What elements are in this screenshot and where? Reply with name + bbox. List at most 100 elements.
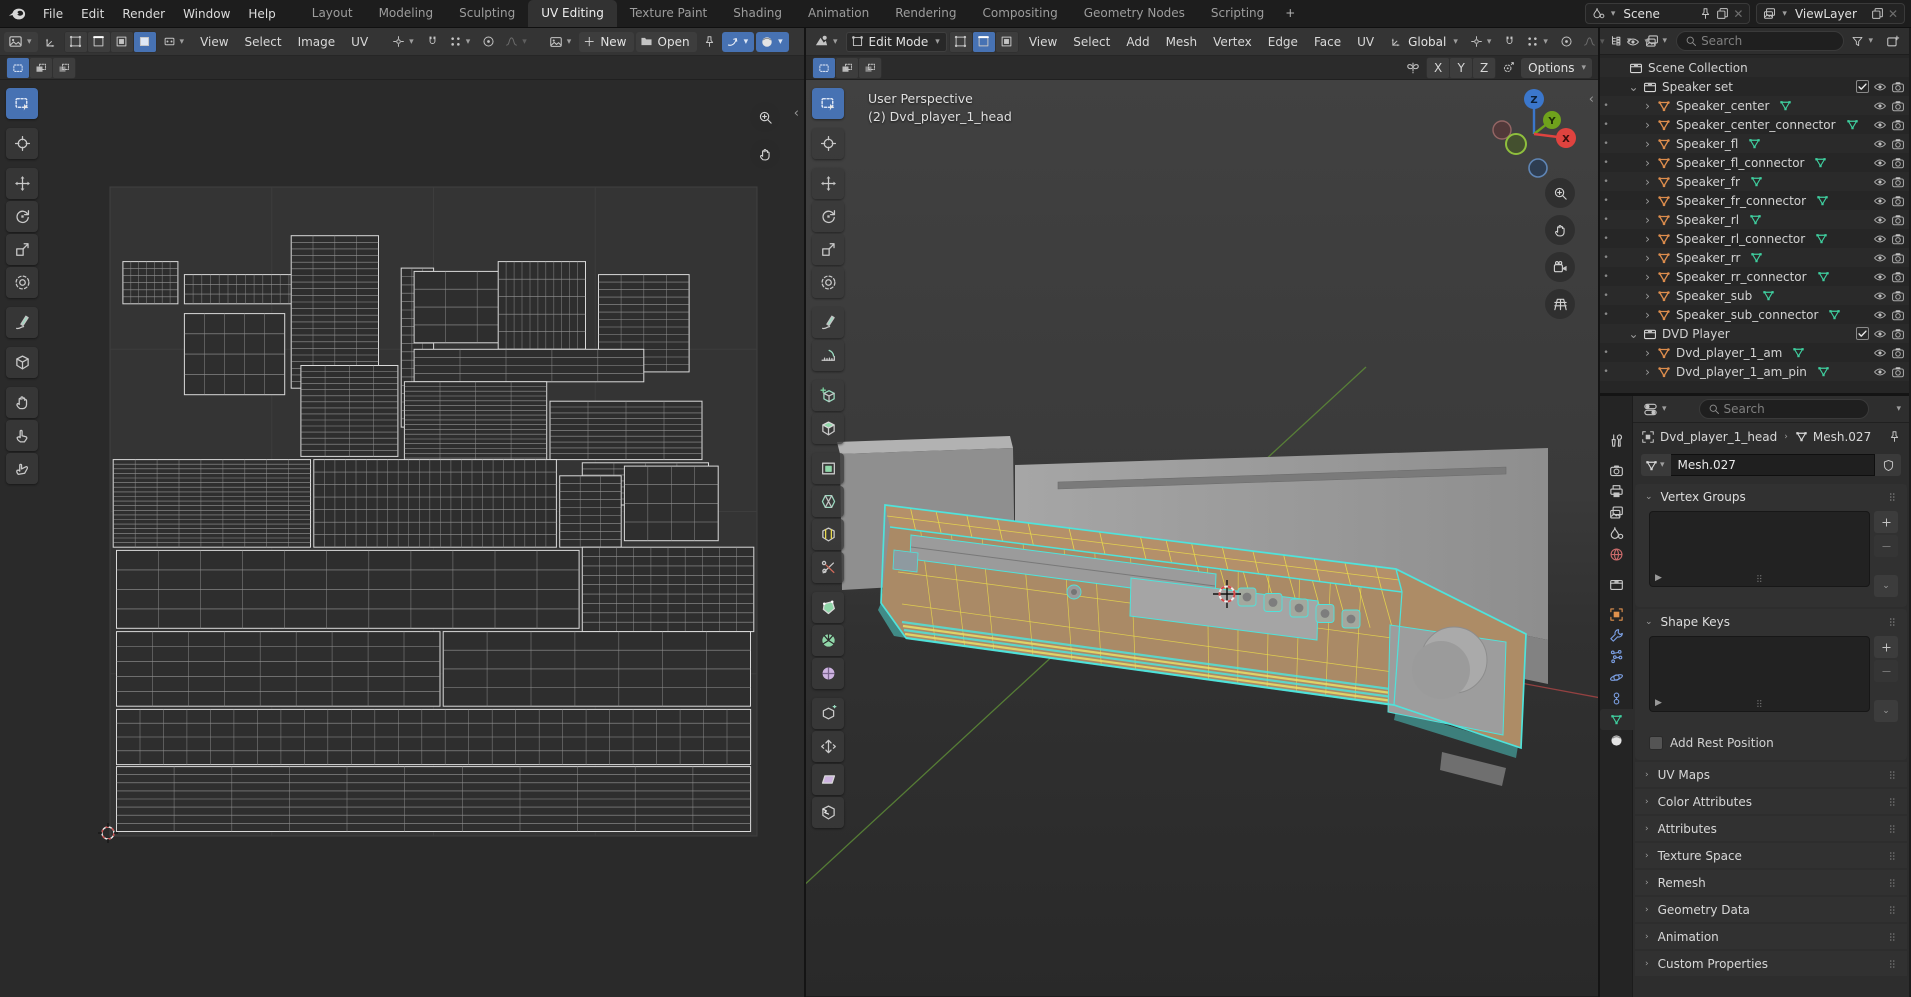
uv-tool-transform[interactable]	[6, 267, 38, 298]
render-visibility-icon[interactable]	[1891, 346, 1905, 360]
hide-eye-icon[interactable]	[1873, 308, 1887, 322]
panel-header[interactable]: ⌄Shape Keys	[1635, 609, 1907, 634]
image-pin-icon[interactable]	[699, 32, 720, 52]
uv-menu-select[interactable]: Select	[237, 32, 290, 52]
expand-icon[interactable]: ›	[1640, 137, 1655, 151]
menu-edit[interactable]: Edit	[72, 4, 113, 24]
outliner-row-speaker_rr[interactable]: •›Speaker_rr	[1600, 248, 1909, 267]
hide-eye-icon[interactable]	[1873, 99, 1887, 113]
properties-tab-material[interactable]	[1600, 730, 1633, 751]
uv-snap-menu[interactable]: ▾	[445, 32, 477, 52]
breadcrumb-data[interactable]: Mesh.027	[1813, 430, 1871, 444]
render-visibility-icon[interactable]	[1891, 270, 1905, 284]
workspace-tab-uv-editing[interactable]: UV Editing	[528, 0, 617, 27]
hide-eye-icon[interactable]	[1873, 156, 1887, 170]
specials-menu-button[interactable]: ⌄	[1874, 575, 1898, 597]
snap-settings-button[interactable]: ▾	[1522, 32, 1554, 52]
viewport-tool-extrude-region[interactable]	[812, 413, 844, 444]
editor-type-button[interactable]: ▾	[810, 32, 844, 52]
outliner-row-dvd_player_1_am_pin[interactable]: •›Dvd_player_1_am_pin	[1600, 362, 1909, 381]
uv-tool-scale[interactable]	[6, 234, 38, 265]
viewport-select-extend[interactable]	[836, 58, 858, 78]
menu-render[interactable]: Render	[113, 4, 174, 24]
expand-icon[interactable]: ›	[1640, 194, 1655, 208]
uv-falloff-button[interactable]: ▾	[501, 32, 533, 52]
uv-select-mode-island[interactable]	[134, 32, 156, 52]
properties-tab-world[interactable]	[1600, 544, 1633, 565]
uv-tool-grab[interactable]	[6, 387, 38, 418]
uv-sticky-select-button[interactable]: ▾	[159, 32, 191, 52]
menu-help[interactable]: Help	[239, 4, 284, 24]
viewport-tool-scale[interactable]	[812, 234, 844, 265]
uv-select-mode-edge[interactable]	[88, 32, 110, 52]
expand-icon[interactable]: ›	[1640, 270, 1655, 284]
uv-tool-select-box[interactable]	[6, 88, 38, 119]
hide-eye-icon[interactable]	[1873, 232, 1887, 246]
expand-icon[interactable]: ›	[1640, 289, 1655, 303]
editor-type-button[interactable]: ▾	[4, 32, 38, 52]
render-visibility-icon[interactable]	[1891, 194, 1905, 208]
render-visibility-icon[interactable]	[1891, 251, 1905, 265]
render-visibility-icon[interactable]	[1891, 99, 1905, 113]
viewport-tool-move[interactable]	[812, 168, 844, 199]
render-visibility-icon[interactable]	[1891, 365, 1905, 379]
add-rest-position-checkbox[interactable]	[1649, 736, 1663, 750]
show-gizmo-button[interactable]: ▾	[1622, 32, 1655, 52]
uv-proportional-toggle[interactable]	[478, 32, 499, 52]
uv-tool-annotate[interactable]	[6, 307, 38, 338]
outliner-row-scene-collection[interactable]: Scene Collection	[1600, 58, 1909, 77]
snap-cursor-icon[interactable]	[1498, 58, 1519, 78]
mesh-name-input[interactable]	[1671, 454, 1875, 476]
panel-geometry-data[interactable]: ›Geometry Data	[1635, 897, 1907, 922]
panel-color-attributes[interactable]: ›Color Attributes	[1635, 789, 1907, 814]
viewport-tool-bevel[interactable]	[812, 486, 844, 517]
outliner-row-speaker_rl[interactable]: •›Speaker_rl	[1600, 210, 1909, 229]
outliner-filter-button[interactable]: ▾	[1847, 31, 1879, 51]
properties-tab-constraints[interactable]	[1600, 688, 1633, 709]
hide-eye-icon[interactable]	[1873, 365, 1887, 379]
uv-sync-select-button[interactable]: ▾	[722, 32, 755, 52]
uv-select-mode-face[interactable]	[111, 32, 133, 52]
viewport-tool-edge-slide[interactable]	[812, 698, 844, 729]
hide-eye-icon[interactable]	[1873, 270, 1887, 284]
uv-zoom-button[interactable]	[750, 102, 780, 132]
uv-canvas[interactable]: ‹	[0, 80, 804, 997]
pan-button[interactable]	[1545, 215, 1575, 245]
vertex-groups-list[interactable]: ▶	[1649, 511, 1870, 587]
collapse-icon[interactable]: ⌄	[1626, 80, 1641, 94]
outliner-row-speaker_sub[interactable]: •›Speaker_sub	[1600, 286, 1909, 305]
expand-icon[interactable]: ›	[1640, 308, 1655, 322]
mode-dropdown[interactable]: Edit Mode ▾	[846, 32, 947, 52]
expand-icon[interactable]: ›	[1640, 156, 1655, 170]
remove-item-button[interactable]	[1874, 535, 1898, 557]
uv-tool-cursor[interactable]	[6, 128, 38, 159]
properties-tab-render[interactable]	[1600, 460, 1633, 481]
outliner-row-speaker_fl[interactable]: •›Speaker_fl	[1600, 134, 1909, 153]
symmetry-z-button[interactable]: Z	[1473, 58, 1495, 78]
viewport-tool-spin[interactable]	[812, 625, 844, 656]
viewport-tool-annotate[interactable]	[812, 307, 844, 338]
viewport-tool-rip-region[interactable]	[812, 797, 844, 828]
camera-view-button[interactable]	[1545, 252, 1575, 282]
expand-icon[interactable]: ›	[1640, 99, 1655, 113]
display-channel-button[interactable]: ▾	[756, 32, 789, 52]
outliner-row-speaker_fl_connector[interactable]: •›Speaker_fl_connector	[1600, 153, 1909, 172]
image-open-button[interactable]: Open	[636, 32, 697, 52]
mesh-id-dropdown[interactable]: ▾	[1641, 454, 1671, 476]
render-visibility-icon[interactable]	[1891, 137, 1905, 151]
panel-custom-properties[interactable]: ›Custom Properties	[1635, 951, 1907, 976]
outliner-row-dvd_player_1_am[interactable]: •›Dvd_player_1_am	[1600, 343, 1909, 362]
outliner-row-speaker_center_connector[interactable]: •›Speaker_center_connector	[1600, 115, 1909, 134]
navigation-gizmo[interactable]: ZYX	[1486, 86, 1578, 181]
properties-tab-object[interactable]	[1600, 604, 1633, 625]
workspace-tab-compositing[interactable]: Compositing	[969, 0, 1070, 27]
breadcrumb-object[interactable]: Dvd_player_1_head	[1660, 430, 1777, 444]
viewport-tool-loop-cut[interactable]	[812, 519, 844, 550]
properties-tab-collection[interactable]	[1600, 574, 1633, 595]
properties-tab-scene[interactable]	[1600, 523, 1633, 544]
outliner-row-speaker-set[interactable]: ⌄Speaker set	[1600, 77, 1909, 96]
outliner-row-speaker_sub_connector[interactable]: •›Speaker_sub_connector	[1600, 305, 1909, 324]
render-visibility-icon[interactable]	[1891, 118, 1905, 132]
render-visibility-icon[interactable]	[1891, 156, 1905, 170]
panel-remesh[interactable]: ›Remesh	[1635, 870, 1907, 895]
